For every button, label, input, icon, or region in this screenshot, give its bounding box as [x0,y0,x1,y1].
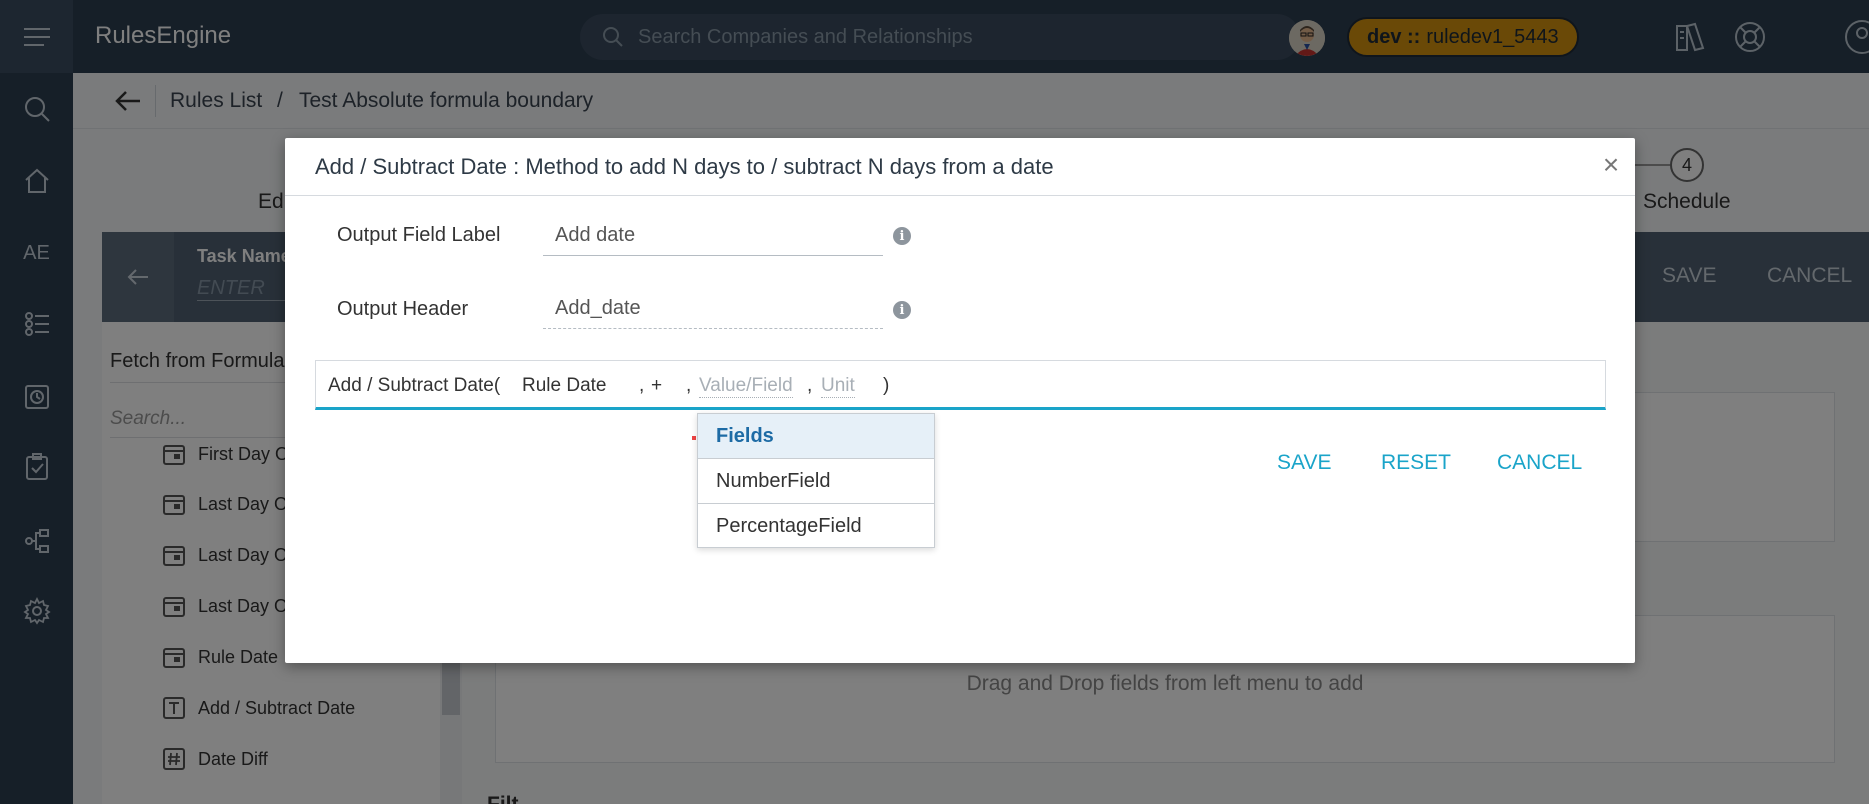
formula-comma: , [807,375,813,396]
close-icon[interactable]: × [1598,150,1624,180]
save-button[interactable]: SAVE [1277,451,1331,475]
output-header-input[interactable]: Add_date [543,289,883,329]
output-header-value: Add_date [555,297,641,319]
formula-arg-operator[interactable]: + [651,375,662,397]
formula-close-paren: ) [883,375,890,396]
add-subtract-date-dialog: Add / Subtract Date : Method to add N da… [285,138,1635,663]
reset-button[interactable]: RESET [1381,451,1451,475]
dropdown-option-percentagefield[interactable]: PercentageField [698,504,934,549]
info-icon[interactable]: i [893,227,911,245]
formula-arg-value-field[interactable]: Value/Field [699,375,793,398]
cancel-button[interactable]: CANCEL [1497,451,1582,475]
formula-arg-unit[interactable]: Unit [821,375,855,398]
formula-builder[interactable]: Add / Subtract Date( Rule Date , + , Val… [315,360,1606,410]
dialog-title: Add / Subtract Date : Method to add N da… [315,154,1054,179]
dropdown-header: Fields [698,414,934,459]
output-field-label-input[interactable]: Add date [543,216,883,256]
error-marker [692,436,696,440]
formula-arg-date[interactable]: Rule Date [522,375,607,397]
info-icon[interactable]: i [893,301,911,319]
output-field-label-label: Output Field Label [337,224,501,246]
output-field-label-value: Add date [555,224,636,246]
dropdown-option-numberfield[interactable]: NumberField [698,459,934,504]
dialog-header: Add / Subtract Date : Method to add N da… [285,138,1635,196]
formula-function-name: Add / Subtract Date( [328,375,501,396]
formula-comma: , [686,375,692,396]
output-header-label: Output Header [337,298,469,320]
fields-dropdown: Fields NumberField PercentageField [697,413,935,548]
formula-comma: , [639,375,645,396]
